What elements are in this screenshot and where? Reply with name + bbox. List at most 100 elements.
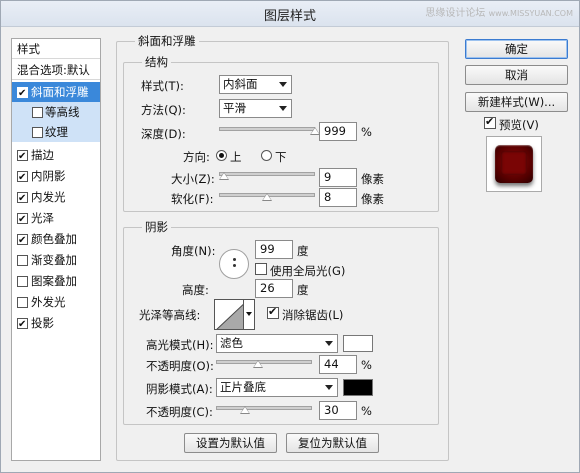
soften-unit: 像素: [361, 192, 384, 206]
style-item-pattern-overlay[interactable]: 图案叠加: [12, 271, 100, 291]
ok-button[interactable]: 确定: [465, 39, 568, 59]
soften-label: 软化(F):: [171, 192, 214, 206]
size-slider-thumb[interactable]: [218, 172, 229, 180]
depth-label: 深度(D):: [141, 127, 186, 141]
style-item-stroke[interactable]: 描边: [12, 145, 100, 165]
style-label: 样式(T):: [141, 79, 184, 93]
shadow-opacity-label: 不透明度(C):: [146, 405, 213, 419]
structure-title: 结构: [142, 54, 171, 70]
highlight-opacity-unit: %: [361, 358, 372, 372]
blend-options-item[interactable]: 混合选项:默认: [12, 60, 100, 80]
outer-glow-checkbox[interactable]: [17, 297, 28, 308]
technique-select[interactable]: 平滑: [219, 99, 292, 118]
layer-style-dialog: 图层样式 思缘设计论坛 www.MISSYUAN.COM 样式 混合选项:默认 …: [0, 0, 580, 473]
style-item-label: 颜色叠加: [31, 232, 77, 246]
chevron-down-icon: [279, 82, 287, 87]
style-select-value: 内斜面: [223, 77, 258, 91]
shadow-opacity-input[interactable]: 30: [319, 401, 357, 420]
shading-title: 阴影: [142, 219, 171, 235]
style-select[interactable]: 内斜面: [219, 75, 292, 94]
angle-unit: 度: [297, 244, 309, 258]
texture-checkbox[interactable]: [32, 127, 43, 138]
highlight-mode-label: 高光模式(H):: [146, 338, 214, 352]
highlight-color-swatch[interactable]: [343, 335, 373, 352]
style-item-drop-shadow[interactable]: 投影: [12, 313, 100, 333]
highlight-mode-select[interactable]: 滤色: [216, 334, 338, 353]
style-item-label: 纹理: [45, 125, 68, 139]
stroke-checkbox[interactable]: [17, 147, 28, 165]
style-preview-swatch: [495, 145, 533, 183]
style-item-label: 内发光: [31, 190, 66, 204]
style-item-gradient-overlay[interactable]: 渐变叠加: [12, 250, 100, 270]
size-input[interactable]: 9: [319, 168, 357, 187]
angle-input[interactable]: 99: [255, 240, 293, 259]
make-default-button[interactable]: 设置为默认值: [184, 433, 277, 453]
altitude-unit: 度: [297, 283, 309, 297]
drop-shadow-checkbox[interactable]: [17, 315, 28, 333]
technique-select-value: 平滑: [223, 101, 246, 115]
soften-input[interactable]: 8: [319, 188, 357, 207]
chevron-down-icon: [325, 341, 333, 346]
style-item-label: 图案叠加: [31, 274, 77, 288]
gradient-overlay-checkbox[interactable]: [17, 255, 28, 266]
style-item-label: 外发光: [31, 295, 66, 309]
direction-down-label: 下: [275, 150, 287, 164]
style-item-contour[interactable]: 等高线: [12, 102, 100, 122]
global-light-checkbox[interactable]: [255, 263, 267, 275]
style-item-label: 斜面和浮雕: [31, 85, 89, 99]
watermark-cn: 思缘设计论坛: [425, 8, 486, 19]
style-item-bevel-emboss[interactable]: 斜面和浮雕: [12, 82, 100, 102]
style-item-label: 渐变叠加: [31, 253, 77, 267]
style-item-inner-glow[interactable]: 内发光: [12, 187, 100, 207]
new-style-button[interactable]: 新建样式(W)...: [465, 92, 568, 112]
chevron-down-icon: [325, 385, 333, 390]
technique-label: 方法(Q):: [141, 103, 186, 117]
global-light-label: 使用全局光(G): [270, 264, 346, 278]
preview-checkbox[interactable]: [484, 115, 496, 129]
style-list: 样式 混合选项:默认 斜面和浮雕 等高线 纹理 描边 内阴影 内发光 光泽: [11, 38, 101, 461]
highlight-opacity-input[interactable]: 44: [319, 355, 357, 374]
highlight-mode-value: 滤色: [220, 336, 243, 350]
color-overlay-checkbox[interactable]: [17, 231, 28, 249]
inner-shadow-checkbox[interactable]: [17, 168, 28, 186]
shadow-opacity-slider-thumb[interactable]: [239, 406, 250, 414]
style-item-color-overlay[interactable]: 颜色叠加: [12, 229, 100, 249]
style-item-texture[interactable]: 纹理: [12, 122, 100, 142]
reset-default-button[interactable]: 复位为默认值: [286, 433, 379, 453]
depth-slider[interactable]: [219, 127, 315, 131]
shadow-color-swatch[interactable]: [343, 379, 373, 396]
direction-down-radio[interactable]: [261, 150, 272, 161]
direction-up-radio[interactable]: [216, 150, 227, 161]
antialiased-label: 消除锯齿(L): [282, 308, 344, 322]
watermark: 思缘设计论坛 www.MISSYUAN.COM: [425, 4, 573, 19]
style-list-header[interactable]: 样式: [12, 39, 100, 59]
bevel-emboss-checkbox[interactable]: [17, 84, 28, 102]
soften-slider-thumb[interactable]: [262, 193, 272, 201]
highlight-opacity-slider[interactable]: [216, 360, 312, 364]
cancel-button[interactable]: 取消: [465, 65, 568, 85]
depth-input[interactable]: 999: [319, 122, 357, 141]
shadow-opacity-unit: %: [361, 404, 372, 418]
pattern-overlay-checkbox[interactable]: [17, 276, 28, 287]
highlight-opacity-slider-thumb[interactable]: [253, 360, 264, 368]
inner-glow-checkbox[interactable]: [17, 189, 28, 207]
style-item-label: 光泽: [31, 211, 54, 225]
gloss-contour-label: 光泽等高线:: [139, 308, 201, 322]
size-slider[interactable]: [219, 172, 315, 176]
shadow-opacity-slider[interactable]: [216, 406, 312, 410]
style-preview-thumbnail: [486, 136, 542, 192]
satin-checkbox[interactable]: [17, 210, 28, 228]
style-item-label: 内阴影: [31, 169, 66, 183]
style-item-satin[interactable]: 光泽: [12, 208, 100, 228]
shadow-mode-select[interactable]: 正片叠底: [216, 378, 338, 397]
altitude-input[interactable]: 26: [255, 279, 293, 298]
title-bar[interactable]: 图层样式 思缘设计论坛 www.MISSYUAN.COM: [1, 1, 579, 27]
contour-checkbox[interactable]: [32, 107, 43, 118]
style-item-outer-glow[interactable]: 外发光: [12, 292, 100, 312]
direction-label: 方向:: [183, 150, 210, 164]
antialiased-checkbox[interactable]: [267, 305, 279, 319]
style-item-inner-shadow[interactable]: 内阴影: [12, 166, 100, 186]
style-item-label: 描边: [31, 148, 54, 162]
angle-dial[interactable]: [219, 249, 249, 279]
gloss-contour-dropdown[interactable]: [243, 299, 255, 330]
